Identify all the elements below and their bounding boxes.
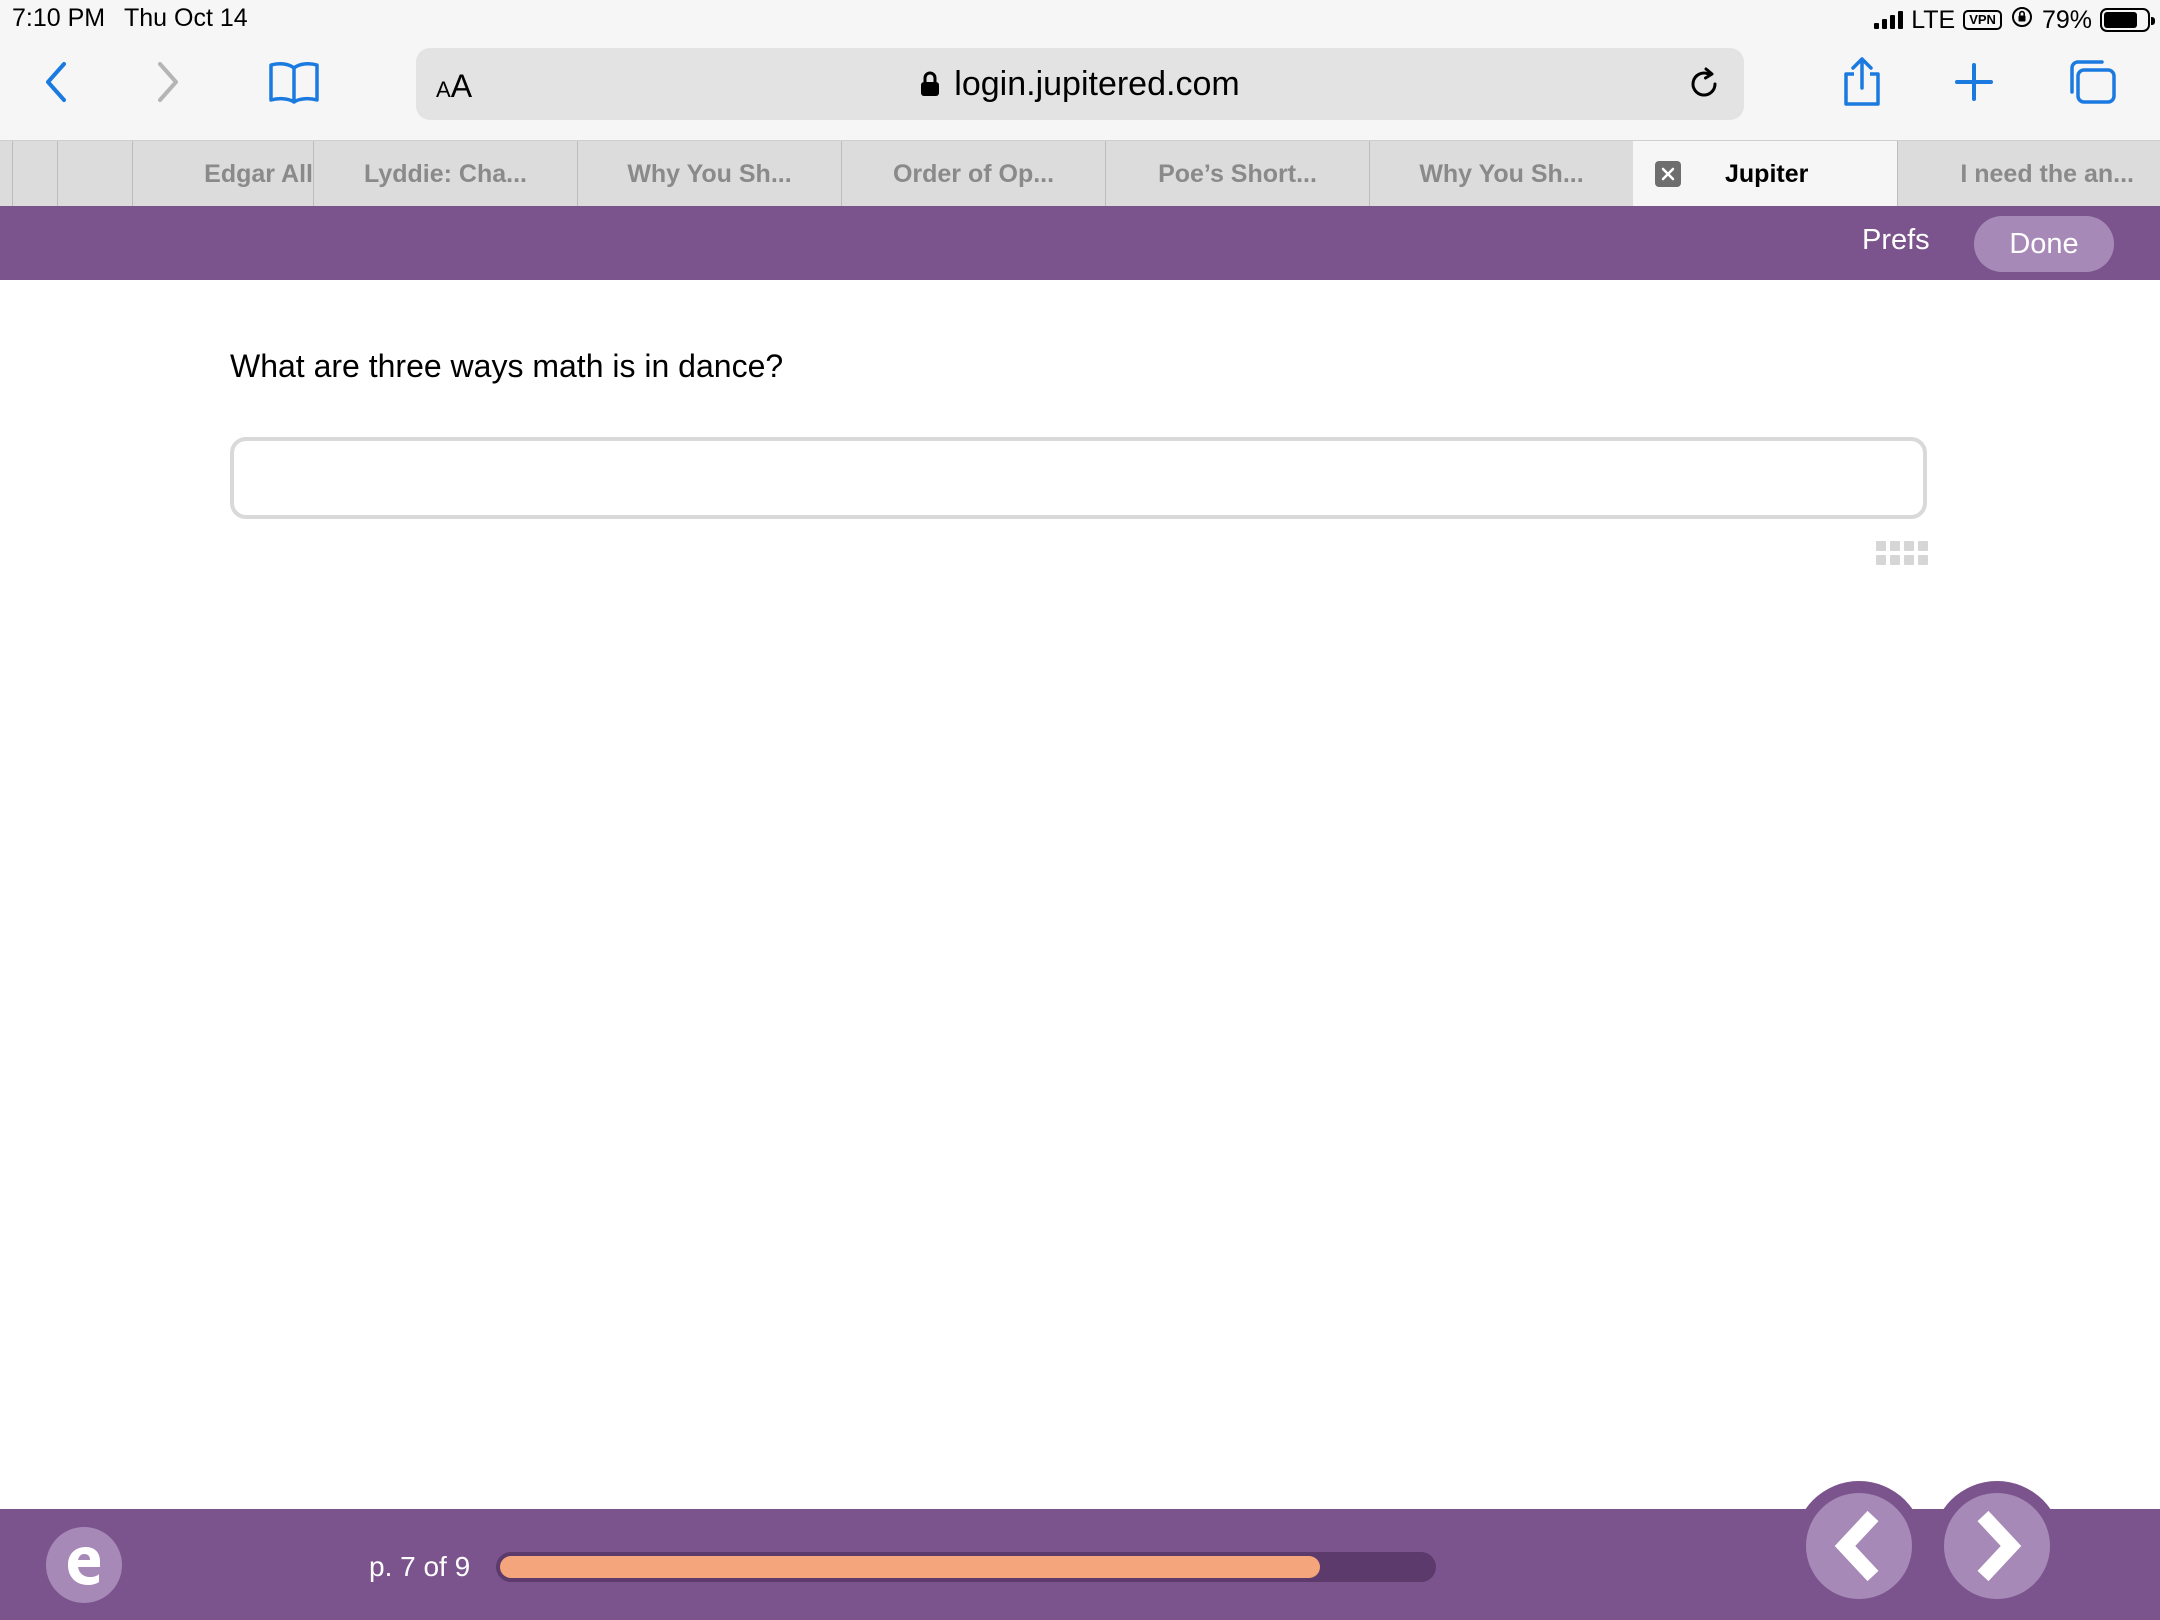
tab-label: Order of Op...	[892, 159, 1055, 188]
app-header: Prefs Done	[0, 206, 2160, 280]
vpn-badge: VPN	[1963, 10, 2002, 30]
url-text: login.jupitered.com	[954, 64, 1240, 103]
tab-item[interactable]: Why You Sh...	[1369, 141, 1633, 207]
chevron-right-icon	[1977, 1510, 2022, 1582]
tab-item[interactable]: Order of Op...	[841, 141, 1105, 207]
battery-percent: 79%	[2041, 5, 2092, 34]
reload-button[interactable]	[1682, 62, 1726, 106]
progress-bar	[496, 1552, 1436, 1582]
tab-label: Why You Sh...	[627, 159, 792, 188]
close-icon	[1661, 167, 1675, 181]
share-icon	[1844, 57, 1880, 106]
battery-icon	[2100, 8, 2155, 32]
url-display[interactable]: login.jupitered.com	[416, 48, 1744, 120]
book-icon	[269, 62, 319, 104]
tab-label: Jupiter	[1725, 159, 1809, 188]
tab-label: Why You Sh...	[1419, 159, 1584, 188]
tab-label: I need the an...	[1960, 159, 2134, 188]
share-button[interactable]	[1830, 50, 1894, 114]
done-button[interactable]: Done	[1974, 216, 2114, 272]
orientation-lock-icon	[2010, 5, 2034, 36]
chevron-left-icon	[1834, 1510, 1879, 1582]
previous-page-button[interactable]	[1794, 1481, 1924, 1611]
chevron-left-icon	[46, 62, 66, 102]
status-indicators: LTE VPN 79%	[1874, 4, 2155, 36]
forward-button[interactable]	[136, 50, 200, 114]
prefs-button[interactable]: Prefs	[1862, 224, 1930, 257]
new-tab-button[interactable]	[1942, 50, 2006, 114]
tab-item[interactable]: Edgar All	[132, 141, 313, 207]
tab-strip: Edgar All Lyddie: Cha... Why You Sh... O…	[0, 140, 2160, 207]
question-text: What are three ways math is in dance?	[230, 348, 784, 384]
chevron-right-icon	[158, 62, 178, 102]
back-button[interactable]	[24, 50, 88, 114]
answer-input[interactable]	[230, 437, 1927, 519]
tab-item[interactable]: Why You Sh...	[577, 141, 841, 207]
tab-item[interactable]: I need the an...	[1897, 141, 2160, 207]
tab-item[interactable]: Poe’s Short...	[1105, 141, 1369, 207]
tab-item-active[interactable]: Jupiter	[1633, 141, 1897, 207]
status-time: 7:10 PM	[12, 4, 106, 32]
browser-toolbar: AA login.jupitered.com	[0, 40, 2160, 140]
tabs-icon	[2070, 60, 2116, 104]
plus-icon	[1955, 63, 1993, 101]
tab-label: Edgar All	[204, 159, 313, 188]
cellular-signal-icon	[1874, 11, 1904, 29]
address-bar[interactable]: AA login.jupitered.com	[416, 48, 1744, 120]
network-type: LTE	[1911, 5, 1956, 34]
bookmarks-button[interactable]	[262, 50, 326, 114]
close-tab-button[interactable]	[1655, 161, 1681, 187]
tab-label: Poe’s Short...	[1158, 159, 1317, 188]
tab-stub[interactable]	[12, 141, 57, 207]
page-indicator: p. 7 of 9	[369, 1551, 471, 1582]
app-logo[interactable]	[46, 1527, 122, 1603]
tab-item[interactable]: Lyddie: Cha...	[313, 141, 577, 207]
next-page-button[interactable]	[1932, 1481, 2062, 1611]
status-date: Thu Oct 14	[124, 4, 248, 32]
edgenuity-logo-icon	[68, 1547, 100, 1585]
tab-label: Lyddie: Cha...	[364, 159, 527, 188]
reload-icon	[1691, 67, 1717, 97]
resize-grip-icon[interactable]	[1876, 541, 1928, 567]
tabs-overview-button[interactable]	[2060, 50, 2124, 114]
progress-bar-fill	[500, 1556, 1320, 1578]
lock-icon	[921, 71, 940, 96]
status-bar: 7:10 PM Thu Oct 14 LTE VPN 79%	[0, 0, 2160, 40]
tab-stub[interactable]	[57, 141, 132, 207]
